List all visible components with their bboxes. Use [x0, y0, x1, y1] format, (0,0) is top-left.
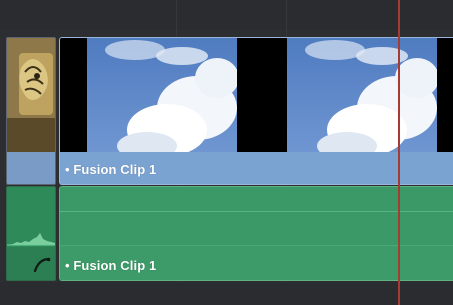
audio-clip-fusion-clip-1[interactable]: • Fusion Clip 1 [59, 186, 453, 281]
timeline-footer [0, 282, 453, 305]
video-clip-label: • Fusion Clip 1 [65, 162, 157, 177]
fade-curve-icon[interactable] [33, 257, 51, 273]
audio-clip-label: • Fusion Clip 1 [65, 258, 157, 273]
video-clip-previous[interactable] [6, 37, 56, 185]
dragon-artwork-icon [7, 38, 55, 152]
clip-frame-thumbnail [287, 38, 437, 152]
video-clip-fusion-clip-1[interactable]: • Fusion Clip 1 [59, 37, 453, 185]
playhead[interactable] [398, 0, 400, 305]
audio-clip-previous[interactable] [6, 186, 56, 281]
timeline[interactable]: • Fusion Clip 1 • Fusion Clip 1 [0, 0, 453, 305]
clip-frame-thumbnail [87, 38, 237, 152]
clip-filmstrip [60, 38, 453, 152]
timeline-ruler[interactable] [0, 0, 453, 30]
audio-level-line[interactable] [60, 211, 453, 212]
clip-thumbnail [7, 38, 55, 152]
